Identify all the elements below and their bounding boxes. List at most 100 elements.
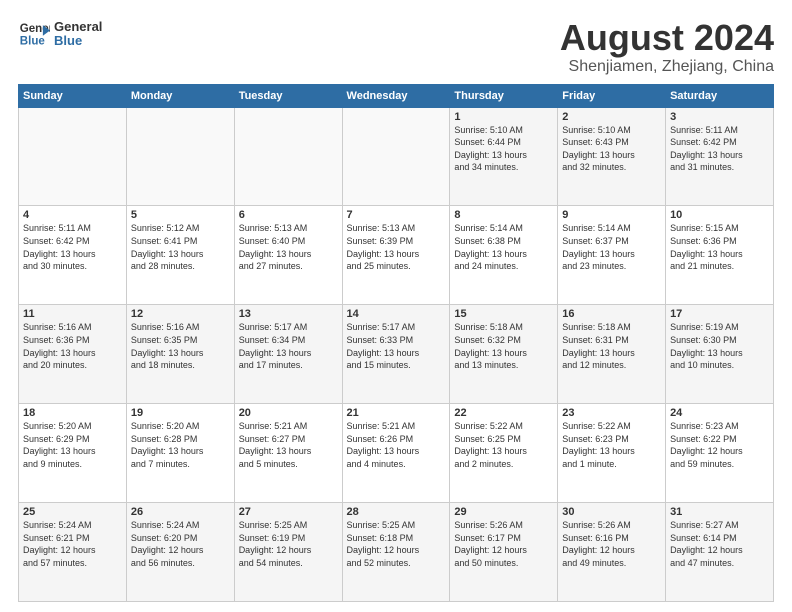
day-info: Sunrise: 5:27 AM Sunset: 6:14 PM Dayligh… — [670, 519, 769, 569]
title-block: August 2024 Shenjiamen, Zhejiang, China — [560, 18, 774, 76]
calendar-cell: 21Sunrise: 5:21 AM Sunset: 6:26 PM Dayli… — [342, 404, 450, 503]
day-number: 21 — [347, 407, 446, 419]
calendar-cell: 31Sunrise: 5:27 AM Sunset: 6:14 PM Dayli… — [666, 503, 774, 602]
day-info: Sunrise: 5:12 AM Sunset: 6:41 PM Dayligh… — [131, 222, 230, 272]
calendar-cell: 18Sunrise: 5:20 AM Sunset: 6:29 PM Dayli… — [19, 404, 127, 503]
day-number: 3 — [670, 111, 769, 123]
calendar-cell: 12Sunrise: 5:16 AM Sunset: 6:35 PM Dayli… — [126, 305, 234, 404]
day-info: Sunrise: 5:14 AM Sunset: 6:38 PM Dayligh… — [454, 222, 553, 272]
day-info: Sunrise: 5:20 AM Sunset: 6:29 PM Dayligh… — [23, 420, 122, 470]
month-year: August 2024 — [560, 18, 774, 58]
day-number: 6 — [239, 209, 338, 221]
calendar-table: SundayMondayTuesdayWednesdayThursdayFrid… — [18, 84, 774, 602]
calendar-cell: 16Sunrise: 5:18 AM Sunset: 6:31 PM Dayli… — [558, 305, 666, 404]
day-number: 2 — [562, 111, 661, 123]
header: General Blue General Blue August 2024 Sh… — [18, 18, 774, 76]
day-number: 19 — [131, 407, 230, 419]
calendar-week-row: 18Sunrise: 5:20 AM Sunset: 6:29 PM Dayli… — [19, 404, 774, 503]
calendar-day-header: Saturday — [666, 84, 774, 107]
day-number: 25 — [23, 506, 122, 518]
location: Shenjiamen, Zhejiang, China — [560, 58, 774, 76]
day-info: Sunrise: 5:17 AM Sunset: 6:33 PM Dayligh… — [347, 321, 446, 371]
day-number: 9 — [562, 209, 661, 221]
calendar-cell: 30Sunrise: 5:26 AM Sunset: 6:16 PM Dayli… — [558, 503, 666, 602]
calendar-cell: 4Sunrise: 5:11 AM Sunset: 6:42 PM Daylig… — [19, 206, 127, 305]
calendar-cell: 27Sunrise: 5:25 AM Sunset: 6:19 PM Dayli… — [234, 503, 342, 602]
day-info: Sunrise: 5:23 AM Sunset: 6:22 PM Dayligh… — [670, 420, 769, 470]
page: General Blue General Blue August 2024 Sh… — [0, 0, 792, 612]
day-number: 8 — [454, 209, 553, 221]
day-info: Sunrise: 5:13 AM Sunset: 6:40 PM Dayligh… — [239, 222, 338, 272]
day-info: Sunrise: 5:10 AM Sunset: 6:43 PM Dayligh… — [562, 124, 661, 174]
day-info: Sunrise: 5:11 AM Sunset: 6:42 PM Dayligh… — [670, 124, 769, 174]
day-number: 7 — [347, 209, 446, 221]
calendar-cell — [342, 107, 450, 206]
day-info: Sunrise: 5:21 AM Sunset: 6:27 PM Dayligh… — [239, 420, 338, 470]
day-number: 15 — [454, 308, 553, 320]
calendar-day-header: Friday — [558, 84, 666, 107]
calendar-cell: 29Sunrise: 5:26 AM Sunset: 6:17 PM Dayli… — [450, 503, 558, 602]
calendar-cell — [234, 107, 342, 206]
logo-general: General — [54, 20, 102, 34]
calendar-header-row: SundayMondayTuesdayWednesdayThursdayFrid… — [19, 84, 774, 107]
calendar-cell — [19, 107, 127, 206]
day-number: 31 — [670, 506, 769, 518]
calendar-cell: 23Sunrise: 5:22 AM Sunset: 6:23 PM Dayli… — [558, 404, 666, 503]
calendar-cell: 2Sunrise: 5:10 AM Sunset: 6:43 PM Daylig… — [558, 107, 666, 206]
day-info: Sunrise: 5:10 AM Sunset: 6:44 PM Dayligh… — [454, 124, 553, 174]
day-info: Sunrise: 5:26 AM Sunset: 6:17 PM Dayligh… — [454, 519, 553, 569]
calendar-day-header: Tuesday — [234, 84, 342, 107]
day-number: 20 — [239, 407, 338, 419]
calendar-week-row: 1Sunrise: 5:10 AM Sunset: 6:44 PM Daylig… — [19, 107, 774, 206]
day-info: Sunrise: 5:24 AM Sunset: 6:20 PM Dayligh… — [131, 519, 230, 569]
calendar-cell: 17Sunrise: 5:19 AM Sunset: 6:30 PM Dayli… — [666, 305, 774, 404]
day-info: Sunrise: 5:22 AM Sunset: 6:25 PM Dayligh… — [454, 420, 553, 470]
day-number: 14 — [347, 308, 446, 320]
day-number: 4 — [23, 209, 122, 221]
day-number: 13 — [239, 308, 338, 320]
day-info: Sunrise: 5:13 AM Sunset: 6:39 PM Dayligh… — [347, 222, 446, 272]
day-number: 24 — [670, 407, 769, 419]
calendar-cell: 3Sunrise: 5:11 AM Sunset: 6:42 PM Daylig… — [666, 107, 774, 206]
day-number: 11 — [23, 308, 122, 320]
calendar-cell: 11Sunrise: 5:16 AM Sunset: 6:36 PM Dayli… — [19, 305, 127, 404]
calendar-day-header: Wednesday — [342, 84, 450, 107]
day-number: 17 — [670, 308, 769, 320]
calendar-week-row: 4Sunrise: 5:11 AM Sunset: 6:42 PM Daylig… — [19, 206, 774, 305]
day-info: Sunrise: 5:26 AM Sunset: 6:16 PM Dayligh… — [562, 519, 661, 569]
logo-blue: Blue — [54, 34, 102, 48]
logo: General Blue General Blue — [18, 18, 102, 50]
calendar-cell: 19Sunrise: 5:20 AM Sunset: 6:28 PM Dayli… — [126, 404, 234, 503]
day-info: Sunrise: 5:17 AM Sunset: 6:34 PM Dayligh… — [239, 321, 338, 371]
day-info: Sunrise: 5:22 AM Sunset: 6:23 PM Dayligh… — [562, 420, 661, 470]
calendar-cell: 24Sunrise: 5:23 AM Sunset: 6:22 PM Dayli… — [666, 404, 774, 503]
calendar-cell: 20Sunrise: 5:21 AM Sunset: 6:27 PM Dayli… — [234, 404, 342, 503]
day-number: 18 — [23, 407, 122, 419]
day-number: 26 — [131, 506, 230, 518]
calendar-cell: 28Sunrise: 5:25 AM Sunset: 6:18 PM Dayli… — [342, 503, 450, 602]
day-info: Sunrise: 5:24 AM Sunset: 6:21 PM Dayligh… — [23, 519, 122, 569]
day-info: Sunrise: 5:20 AM Sunset: 6:28 PM Dayligh… — [131, 420, 230, 470]
calendar-cell: 22Sunrise: 5:22 AM Sunset: 6:25 PM Dayli… — [450, 404, 558, 503]
calendar-cell: 6Sunrise: 5:13 AM Sunset: 6:40 PM Daylig… — [234, 206, 342, 305]
day-number: 22 — [454, 407, 553, 419]
day-info: Sunrise: 5:16 AM Sunset: 6:35 PM Dayligh… — [131, 321, 230, 371]
day-info: Sunrise: 5:15 AM Sunset: 6:36 PM Dayligh… — [670, 222, 769, 272]
day-number: 1 — [454, 111, 553, 123]
calendar-day-header: Sunday — [19, 84, 127, 107]
day-info: Sunrise: 5:19 AM Sunset: 6:30 PM Dayligh… — [670, 321, 769, 371]
calendar-cell: 14Sunrise: 5:17 AM Sunset: 6:33 PM Dayli… — [342, 305, 450, 404]
day-info: Sunrise: 5:18 AM Sunset: 6:31 PM Dayligh… — [562, 321, 661, 371]
day-info: Sunrise: 5:18 AM Sunset: 6:32 PM Dayligh… — [454, 321, 553, 371]
day-number: 30 — [562, 506, 661, 518]
calendar-cell: 26Sunrise: 5:24 AM Sunset: 6:20 PM Dayli… — [126, 503, 234, 602]
day-number: 12 — [131, 308, 230, 320]
day-info: Sunrise: 5:25 AM Sunset: 6:18 PM Dayligh… — [347, 519, 446, 569]
day-number: 16 — [562, 308, 661, 320]
day-number: 29 — [454, 506, 553, 518]
calendar-cell: 7Sunrise: 5:13 AM Sunset: 6:39 PM Daylig… — [342, 206, 450, 305]
logo-icon: General Blue — [18, 18, 50, 50]
day-info: Sunrise: 5:11 AM Sunset: 6:42 PM Dayligh… — [23, 222, 122, 272]
day-number: 28 — [347, 506, 446, 518]
day-info: Sunrise: 5:25 AM Sunset: 6:19 PM Dayligh… — [239, 519, 338, 569]
